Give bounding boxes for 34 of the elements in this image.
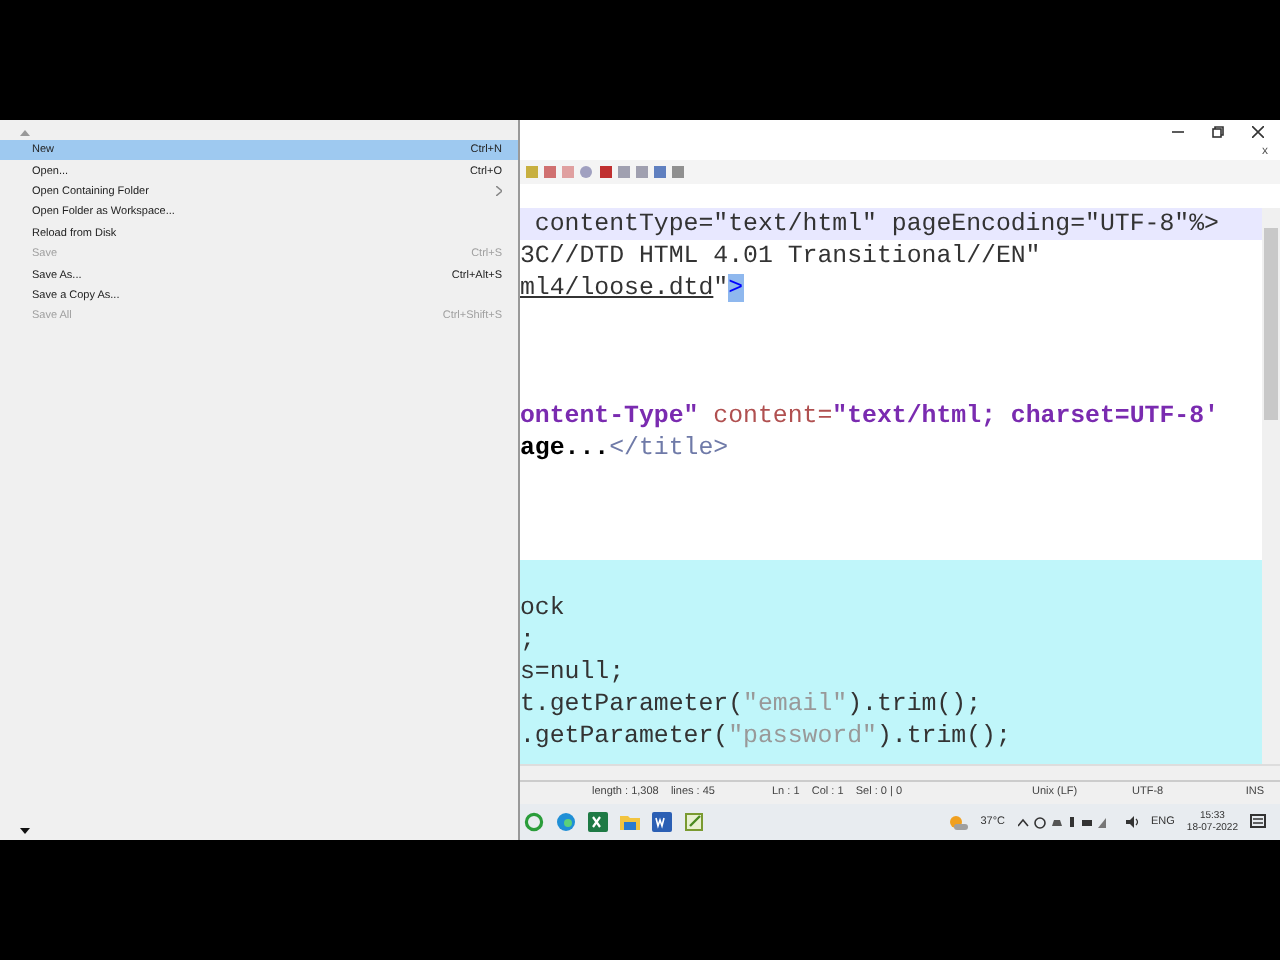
code-text: "password" <box>728 722 877 750</box>
code-text: </title> <box>609 434 729 462</box>
code-text: t.getParameter( <box>520 690 744 718</box>
code-text: ml4/loose.dtd <box>520 274 714 302</box>
vertical-scrollbar[interactable] <box>1262 208 1280 764</box>
code-text: content= <box>711 402 833 430</box>
folder-icon[interactable] <box>620 812 640 832</box>
code-text: ock <box>520 594 565 622</box>
code-text: " <box>713 274 729 302</box>
code-text: .getParameter( <box>520 722 729 750</box>
code-text: ; <box>520 626 535 654</box>
code-text: contentType="text/html" pageEncoding="UTF-8"%> <box>532 210 1219 238</box>
spreadsheet-icon[interactable] <box>588 812 608 832</box>
notepad-icon[interactable] <box>684 812 704 832</box>
document-icon[interactable] <box>652 812 672 832</box>
scroll-down-icon[interactable] <box>20 827 30 833</box>
browser-icon[interactable] <box>556 812 576 832</box>
code-text: 3C//DTD HTML 4.01 Transitional//EN" <box>520 242 1041 270</box>
minimize-icon[interactable] <box>1172 126 1184 138</box>
code-text: ).trim(); <box>876 722 1011 750</box>
close-icon[interactable] <box>1252 126 1264 138</box>
code-editor[interactable] <box>520 208 1262 764</box>
code-text: age... <box>520 434 610 462</box>
restore-icon[interactable] <box>1212 126 1224 138</box>
code-text: > <box>728 274 744 302</box>
code-text: s=null; <box>520 658 625 686</box>
code-text: "email" <box>743 690 848 718</box>
code-text: ).trim(); <box>847 690 982 718</box>
code-text: ontent-Type" <box>520 402 699 430</box>
circle-icon[interactable] <box>524 812 544 832</box>
notification-icon[interactable] <box>1250 813 1268 831</box>
code-text: "text/html; charset=UTF-8' <box>832 402 1219 430</box>
speaker-icon[interactable] <box>1125 816 1139 828</box>
horizontal-scrollbar[interactable] <box>520 764 1280 780</box>
